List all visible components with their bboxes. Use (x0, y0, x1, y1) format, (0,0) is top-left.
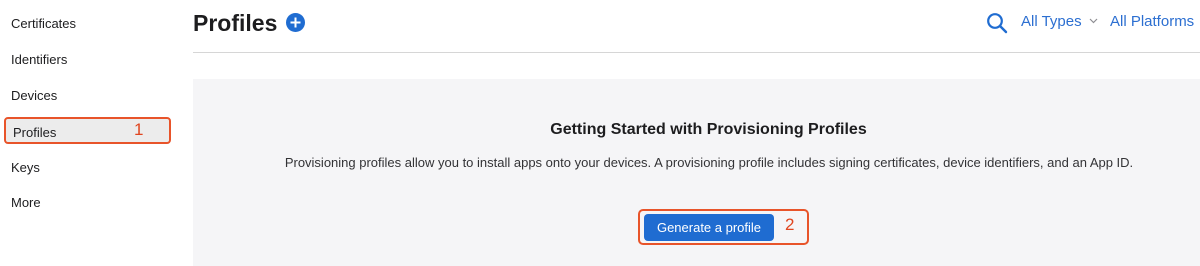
sidebar-item-devices[interactable]: Devices (11, 86, 57, 106)
page-title: Profiles (193, 10, 278, 36)
plus-circle-icon (290, 17, 301, 28)
filter-all-types-label: All Types (1021, 13, 1082, 30)
filter-all-platforms[interactable]: All Platforms (1110, 12, 1194, 32)
sidebar-item-more[interactable]: More (11, 193, 41, 213)
sidebar-item-identifiers[interactable]: Identifiers (11, 50, 67, 70)
sidebar: Certificates Identifiers Devices Profile… (0, 0, 180, 266)
getting-started-panel: Getting Started with Provisioning Profil… (193, 79, 1200, 266)
filter-all-platforms-label: All Platforms (1110, 13, 1195, 30)
sidebar-item-certificates[interactable]: Certificates (11, 14, 76, 34)
filter-all-types[interactable]: All Types (1021, 12, 1098, 32)
add-profile-button[interactable] (286, 13, 305, 32)
header-divider (193, 52, 1200, 53)
panel-heading: Getting Started with Provisioning Profil… (550, 121, 867, 138)
sidebar-item-profiles[interactable]: Profiles (4, 117, 171, 144)
page: Certificates Identifiers Devices Profile… (0, 0, 1200, 266)
generate-profile-button[interactable]: Generate a profile (644, 214, 774, 241)
chevron-down-icon (1089, 18, 1098, 24)
annotation-step-2: 2 (785, 215, 795, 234)
annotation-step-1: 1 (134, 120, 144, 139)
panel-description: Provisioning profiles allow you to insta… (284, 155, 1134, 170)
search-icon[interactable] (986, 12, 1008, 34)
sidebar-item-keys[interactable]: Keys (11, 158, 40, 178)
